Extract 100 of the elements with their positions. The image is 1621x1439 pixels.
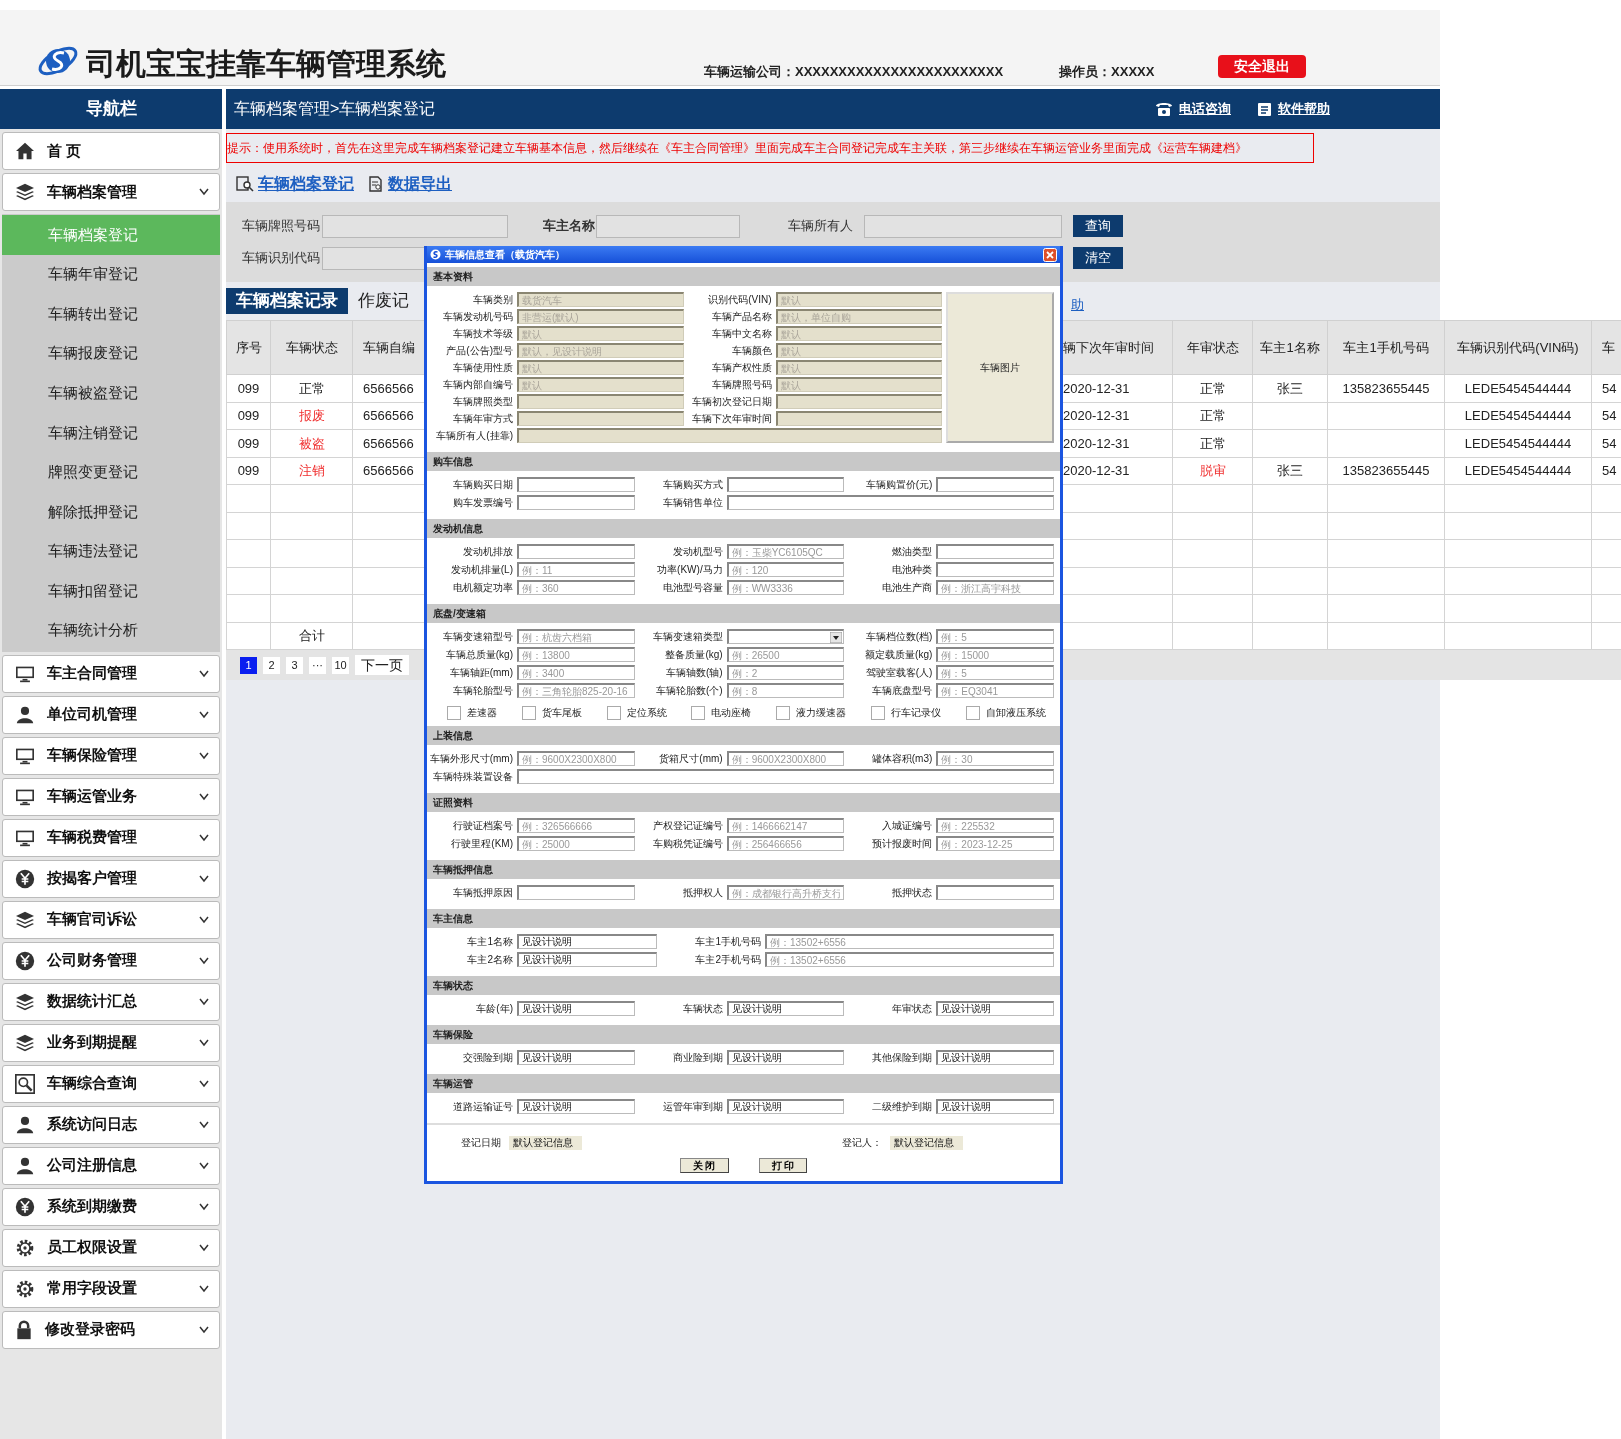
input-field[interactable]: 例：3400: [517, 665, 635, 680]
next-page-button[interactable]: 下一页: [355, 655, 409, 675]
input-field[interactable]: 例：5: [936, 665, 1054, 680]
checkbox[interactable]: 定位系统: [606, 705, 667, 720]
input-field[interactable]: 例：9600X2300X800: [726, 751, 845, 766]
input-field[interactable]: 例：13502+6556: [765, 934, 1054, 949]
input-field[interactable]: 见设计说明: [726, 1050, 845, 1065]
sidebar-item[interactable]: 公司注册信息: [2, 1146, 220, 1185]
top-link[interactable]: 电话咨询: [1155, 99, 1231, 119]
checkbox[interactable]: 液力缓速器: [776, 705, 847, 720]
tab[interactable]: 作废记: [348, 288, 419, 314]
sidebar-item[interactable]: 常用字段设置: [2, 1269, 220, 1308]
input-field[interactable]: 见设计说明: [936, 1099, 1054, 1114]
sidebar-item[interactable]: 系统访问日志: [2, 1105, 220, 1144]
checkbox[interactable]: 电动座椅: [691, 705, 752, 720]
input-field[interactable]: 例：360: [517, 580, 635, 595]
checkbox[interactable]: 差速器: [447, 705, 497, 720]
tab[interactable]: 车辆档案记录: [226, 288, 348, 314]
sidebar-subitem[interactable]: 车辆违法登记: [2, 531, 220, 572]
input-field[interactable]: 例：2023-12-25: [936, 836, 1054, 851]
photo-field[interactable]: 车辆图片: [946, 292, 1054, 443]
sidebar-subitem[interactable]: 牌照变更登记: [2, 452, 220, 493]
input-field[interactable]: 例：13502+6556: [765, 952, 1054, 967]
page-button[interactable]: 2: [263, 656, 280, 674]
filter-field[interactable]: [596, 214, 740, 238]
page-button[interactable]: 1: [240, 656, 257, 674]
checkbox[interactable]: 货车尾板: [521, 705, 582, 720]
checkbox[interactable]: 行车记录仪: [871, 705, 942, 720]
sidebar-item[interactable]: 车辆档案管理: [2, 173, 220, 211]
input-field[interactable]: 例：26500: [726, 647, 845, 662]
input-field[interactable]: [517, 477, 635, 492]
sidebar-subitem[interactable]: 车辆扣留登记: [2, 571, 220, 611]
input-field[interactable]: [517, 495, 635, 510]
logout-button[interactable]: 安全退出: [1218, 55, 1307, 78]
input-field[interactable]: 例：15000: [936, 647, 1054, 662]
sidebar-item[interactable]: 车辆综合查询: [2, 1064, 220, 1103]
input-field[interactable]: 见设计说明: [517, 1099, 635, 1114]
input-field[interactable]: 见设计说明: [517, 1001, 635, 1016]
input-field[interactable]: 例：三角轮胎825-20-16: [517, 683, 635, 698]
sidebar-item[interactable]: 系统到期缴费: [2, 1187, 220, 1226]
input-field[interactable]: [936, 477, 1054, 492]
input-field[interactable]: [517, 885, 635, 900]
input-field[interactable]: [726, 495, 1054, 510]
sidebar-item[interactable]: 员工权限设置: [2, 1228, 220, 1267]
sidebar-item[interactable]: 车辆官司诉讼: [2, 900, 220, 939]
dropdown[interactable]: [726, 629, 845, 644]
sidebar-item[interactable]: 按揭客户管理: [2, 859, 220, 898]
input-field[interactable]: 例：30: [936, 751, 1054, 766]
input-field[interactable]: 见设计说明: [517, 934, 657, 949]
input-field[interactable]: [517, 769, 1054, 784]
input-field[interactable]: 见设计说明: [936, 1001, 1054, 1016]
input-field[interactable]: 例：玉柴YC6105QC: [726, 544, 845, 559]
input-field[interactable]: 见设计说明: [517, 1050, 635, 1065]
sidebar-item[interactable]: 单位司机管理: [2, 695, 220, 734]
input-field[interactable]: 例：13800: [517, 647, 635, 662]
input-field[interactable]: 例：1466662147: [726, 818, 845, 833]
sidebar-subitem[interactable]: 车辆报废登记: [2, 333, 220, 374]
input-field[interactable]: 例：11: [517, 562, 635, 577]
input-field[interactable]: 例：浙江高宇科技: [936, 580, 1054, 595]
sidebar-item[interactable]: 首 页: [2, 132, 220, 170]
input-field[interactable]: 例：EQ3041: [936, 683, 1054, 698]
input-field[interactable]: [726, 477, 845, 492]
sidebar-subitem[interactable]: 解除抵押登记: [2, 492, 220, 532]
input-field[interactable]: 例：5: [936, 629, 1054, 644]
query-button[interactable]: 查询: [1073, 215, 1123, 237]
filter-field[interactable]: [864, 214, 1062, 238]
input-field[interactable]: 例：120: [726, 562, 845, 577]
sidebar-item[interactable]: 车辆保险管理: [2, 736, 220, 775]
sidebar-subitem[interactable]: 车辆年审登记: [2, 254, 220, 295]
sidebar-subitem[interactable]: 车辆注销登记: [2, 412, 220, 453]
sidebar-item[interactable]: 车辆税费管理: [2, 818, 220, 857]
clear-button[interactable]: 清空: [1073, 247, 1123, 269]
close-icon[interactable]: [1043, 247, 1057, 262]
filter-field[interactable]: [322, 214, 508, 238]
sidebar-subitem[interactable]: 车辆统计分析: [2, 610, 220, 651]
input-field[interactable]: [936, 885, 1054, 900]
dialog-button[interactable]: 打 印: [758, 1158, 808, 1173]
page-button[interactable]: ···: [309, 656, 326, 674]
sidebar-item[interactable]: 车主合同管理: [2, 654, 220, 693]
input-field[interactable]: [517, 544, 635, 559]
sidebar-item[interactable]: 数据统计汇总: [2, 982, 220, 1021]
link[interactable]: 助: [1071, 294, 1084, 314]
input-field[interactable]: 见设计说明: [517, 952, 657, 967]
sidebar-item[interactable]: 车辆运管业务: [2, 777, 220, 816]
page-button[interactable]: 3: [286, 656, 303, 674]
checkbox[interactable]: 自卸液压系统: [965, 705, 1046, 720]
input-field[interactable]: 见设计说明: [726, 1001, 845, 1016]
sidebar-subitem[interactable]: 车辆转出登记: [2, 294, 220, 334]
sidebar-subitem[interactable]: 车辆被盗登记: [2, 373, 220, 413]
input-field[interactable]: [936, 544, 1054, 559]
input-field[interactable]: 例：9600X2300X800: [517, 751, 635, 766]
input-field[interactable]: 例：326566666: [517, 818, 635, 833]
page-button[interactable]: 10: [332, 656, 349, 674]
input-field[interactable]: 例：WW3336: [726, 580, 845, 595]
action-link[interactable]: 数据导出: [368, 172, 452, 196]
input-field[interactable]: 例：2: [726, 665, 845, 680]
input-field[interactable]: 见设计说明: [936, 1050, 1054, 1065]
dialog-button[interactable]: 关 闭: [679, 1158, 729, 1173]
sidebar-item[interactable]: 业务到期提醒: [2, 1023, 220, 1062]
input-field[interactable]: [936, 562, 1054, 577]
